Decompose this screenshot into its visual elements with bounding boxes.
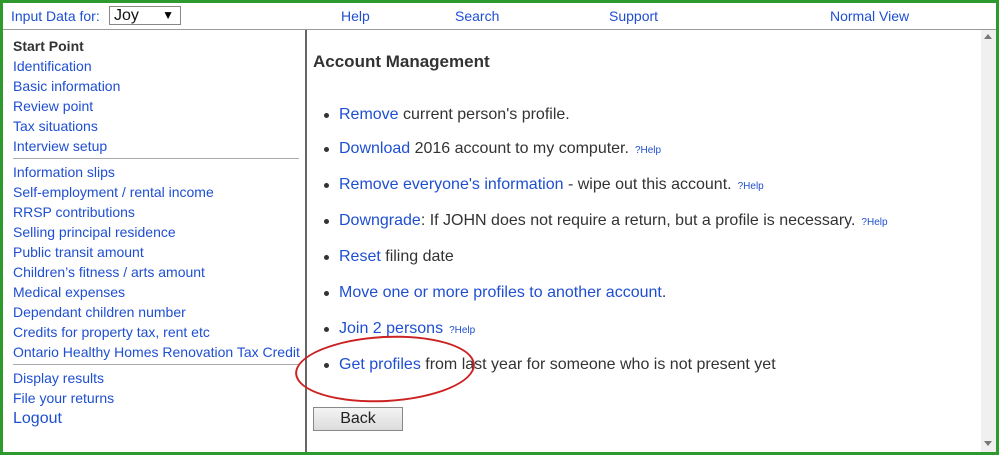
sidebar-item-childrens-fitness[interactable]: Children’s fitness / arts amount	[13, 264, 205, 280]
item-text: - wipe out this account.	[563, 176, 732, 193]
join-persons-link[interactable]: Join 2 persons	[339, 320, 443, 337]
help-link[interactable]: Help	[341, 8, 370, 24]
remove-everyone-link[interactable]: Remove everyone's information	[339, 176, 564, 193]
sidebar-item-review-point[interactable]: Review point	[13, 98, 93, 114]
bullet-icon	[324, 363, 329, 368]
help-link[interactable]: ?Help	[635, 145, 661, 156]
get-profiles-link[interactable]: Get profiles	[339, 356, 421, 373]
item-text: filing date	[380, 248, 454, 265]
sidebar-divider	[13, 364, 299, 365]
help-link[interactable]: ?Help	[738, 181, 764, 192]
sidebar-item-file-returns[interactable]: File your returns	[13, 390, 114, 406]
main-content: Account Management Remove current person…	[309, 30, 979, 452]
sidebar-item-public-transit[interactable]: Public transit amount	[13, 244, 144, 260]
bullet-icon	[324, 291, 329, 296]
download-link[interactable]: Download	[339, 140, 410, 157]
item-text: : If JOHN does not require a return, but…	[420, 212, 856, 229]
person-select[interactable]: Joy ▼	[109, 6, 181, 25]
sidebar-item-information-slips[interactable]: Information slips	[13, 164, 115, 180]
sidebar-item-basic-information[interactable]: Basic information	[13, 78, 120, 94]
sidebar-item-self-employment[interactable]: Self-employment / rental income	[13, 184, 214, 200]
sidebar-item-rrsp[interactable]: RRSP contributions	[13, 204, 135, 220]
input-data-label: Input Data for:	[11, 8, 100, 24]
reset-link[interactable]: Reset	[339, 248, 381, 265]
sidebar-item-logout[interactable]: Logout	[13, 410, 62, 428]
support-link[interactable]: Support	[609, 8, 658, 24]
sidebar-item-tax-situations[interactable]: Tax situations	[13, 118, 98, 134]
bullet-icon	[324, 183, 329, 188]
bullet-icon	[324, 327, 329, 332]
vertical-scrollbar[interactable]	[981, 30, 996, 452]
normal-view-link[interactable]: Normal View	[830, 8, 909, 24]
page-title: Account Management	[313, 52, 490, 71]
sidebar-item-dependant-children[interactable]: Dependant children number	[13, 304, 186, 320]
back-button[interactable]: Back	[313, 407, 403, 431]
sidebar-item-identification[interactable]: Identification	[13, 58, 92, 74]
item-text: .	[661, 284, 667, 301]
list-item: Remove current person's profile.	[324, 106, 570, 124]
sidebar-item-start-point[interactable]: Start Point	[13, 38, 84, 54]
scroll-down-arrow-icon[interactable]	[984, 441, 992, 446]
list-item: Downgrade: If JOHN does not require a re…	[324, 212, 888, 230]
search-link[interactable]: Search	[455, 8, 499, 24]
list-item: Join 2 persons ?Help	[324, 320, 475, 338]
list-item: Get profiles from last year for someone …	[324, 356, 776, 374]
scroll-up-arrow-icon[interactable]	[984, 34, 992, 39]
bullet-icon	[324, 147, 329, 152]
sidebar-item-principal-residence[interactable]: Selling principal residence	[13, 224, 176, 240]
person-select-value: Joy	[114, 7, 139, 24]
top-bar: Input Data for: Joy ▼ Help Search Suppor…	[3, 3, 996, 30]
sidebar-item-display-results[interactable]: Display results	[13, 370, 104, 386]
dropdown-arrow-icon: ▼	[162, 8, 174, 22]
remove-link[interactable]: Remove	[339, 106, 399, 123]
item-text: 2016 account to my computer.	[410, 140, 629, 157]
sidebar-item-property-tax-credits[interactable]: Credits for property tax, rent etc	[13, 324, 210, 340]
sidebar-item-interview-setup[interactable]: Interview setup	[13, 138, 107, 154]
item-text: current person's profile.	[398, 106, 570, 123]
move-profiles-link[interactable]: Move one or more profiles to another acc…	[339, 284, 662, 301]
sidebar-item-medical-expenses[interactable]: Medical expenses	[13, 284, 125, 300]
list-item: Reset filing date	[324, 248, 454, 266]
bullet-icon	[324, 255, 329, 260]
list-item: Download 2016 account to my computer. ?He…	[324, 140, 661, 158]
sidebar-nav: Start Point Identification Basic informa…	[3, 30, 307, 452]
downgrade-link[interactable]: Downgrade	[339, 212, 421, 229]
sidebar-item-ontario-renovation-credit[interactable]: Ontario Healthy Homes Renovation Tax Cre…	[13, 344, 300, 360]
list-item: Remove everyone's information - wipe out…	[324, 176, 764, 194]
list-item: Move one or more profiles to another acc…	[324, 284, 667, 302]
help-link[interactable]: ?Help	[861, 217, 887, 228]
bullet-icon	[324, 113, 329, 118]
help-link[interactable]: ?Help	[449, 325, 475, 336]
bullet-icon	[324, 219, 329, 224]
item-text: from last year for someone who is not pr…	[420, 356, 776, 373]
sidebar-divider	[13, 158, 299, 159]
